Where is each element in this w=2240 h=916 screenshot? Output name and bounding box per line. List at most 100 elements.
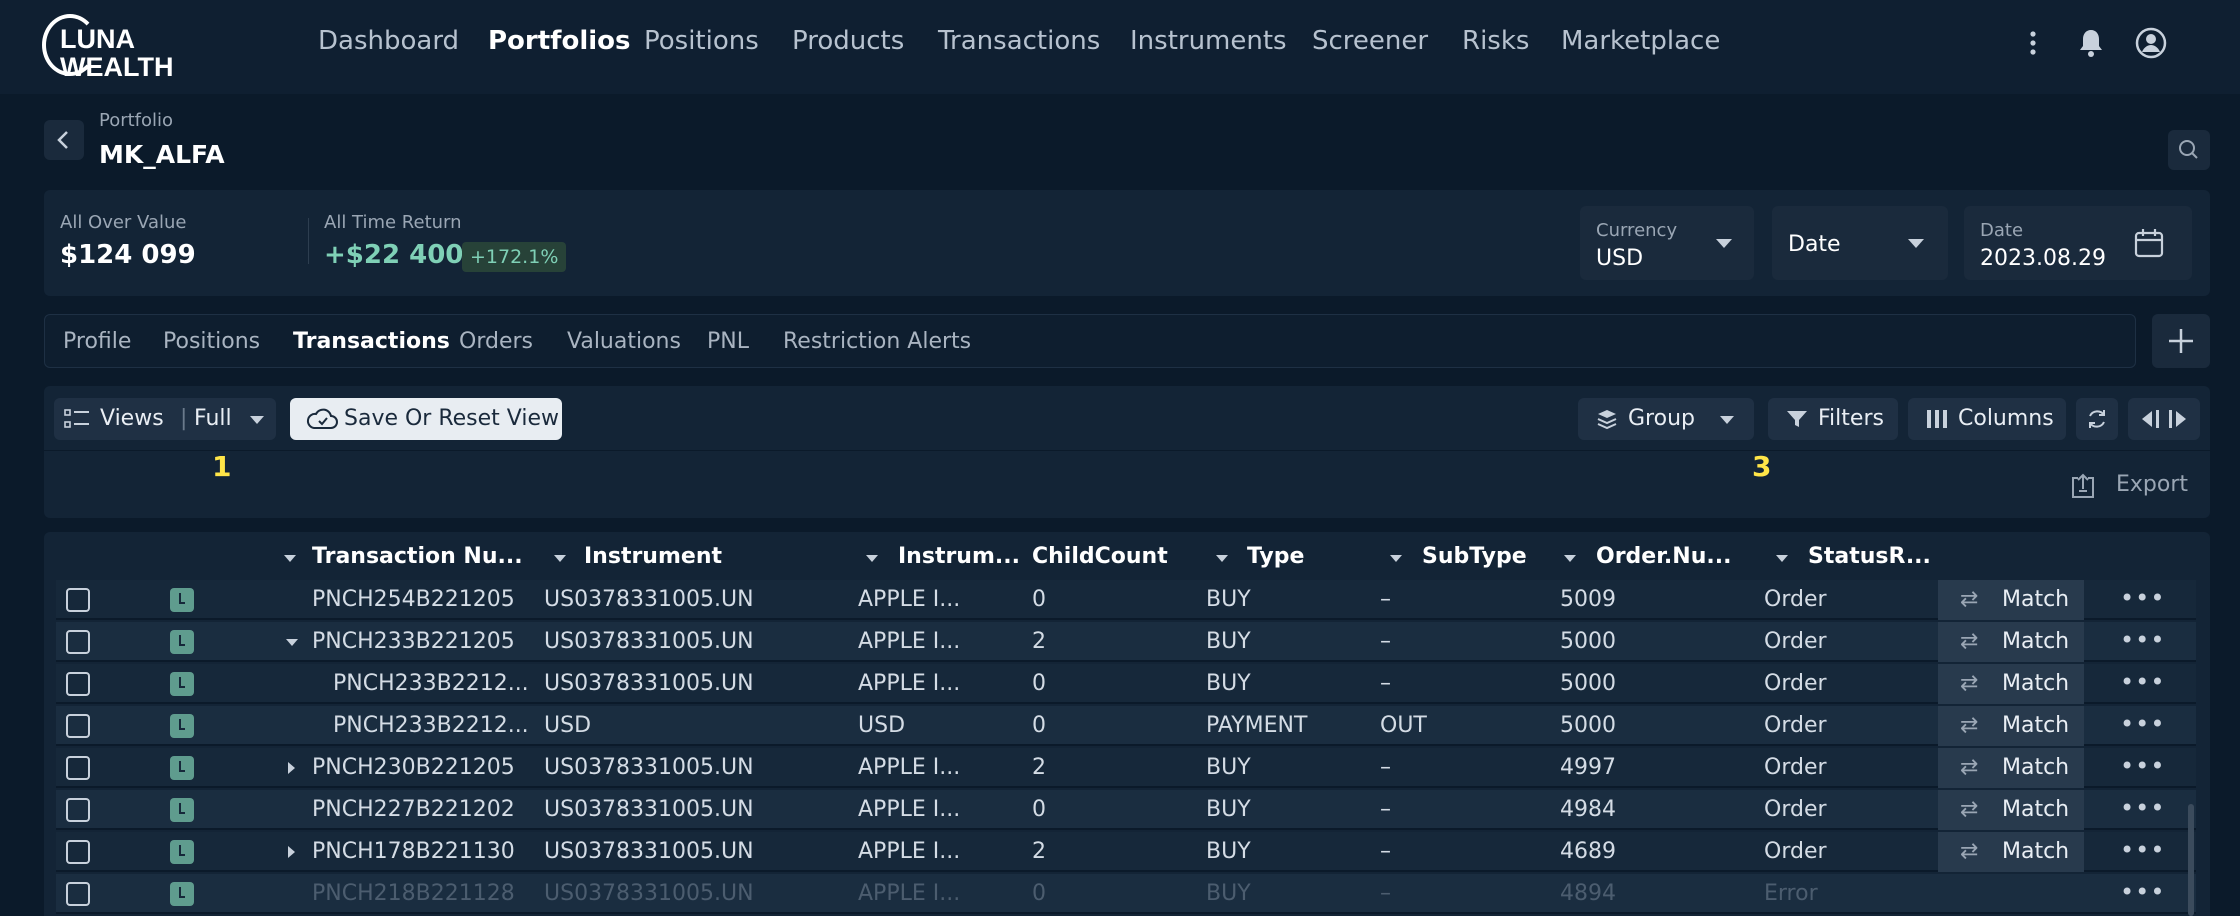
- table-row[interactable]: PNCH254B221205 US0378331005.UN APPLE I... 0…: [56, 580, 2196, 620]
- match-button[interactable]: ⇄ Match: [1938, 832, 2084, 872]
- match-button[interactable]: ⇄ Match: [1938, 790, 2084, 830]
- table-row[interactable]: PNCH230B221205 US0378331005.UN APPLE I... 2…: [56, 748, 2196, 788]
- match-label: Match: [2002, 671, 2070, 696]
- columns-button[interactable]: Columns: [1908, 398, 2066, 440]
- cell-instrument: US0378331005.UN: [544, 839, 754, 864]
- cell-type: BUY: [1206, 671, 1251, 696]
- column-header-transaction-number[interactable]: Transaction Nu...: [312, 544, 523, 569]
- cell-child-count: 0: [1032, 671, 1046, 696]
- column-menu-icon[interactable]: [1216, 555, 1228, 562]
- chevron-down-icon: [1716, 239, 1732, 248]
- collapse-row-icon[interactable]: [286, 639, 298, 646]
- tab-profile[interactable]: Profile: [63, 329, 131, 354]
- cell-order-number: 5000: [1560, 629, 1616, 654]
- nav-item-portfolios[interactable]: Portfolios: [488, 26, 631, 56]
- tab-restriction-alerts[interactable]: Restriction Alerts: [783, 329, 971, 354]
- match-button[interactable]: ⇄ Match: [1938, 580, 2084, 620]
- column-menu-icon[interactable]: [1776, 555, 1788, 562]
- row-checkbox[interactable]: [66, 840, 90, 864]
- row-actions-icon[interactable]: •••: [2120, 626, 2165, 654]
- column-menu-icon[interactable]: [1390, 555, 1402, 562]
- row-checkbox[interactable]: [66, 882, 90, 906]
- cell-order-number: 4984: [1560, 797, 1616, 822]
- column-header-order-number[interactable]: Order.Nu...: [1596, 544, 1731, 569]
- bell-icon[interactable]: [2074, 26, 2108, 60]
- columns-icon: [1927, 410, 1947, 428]
- tab-orders[interactable]: Orders: [459, 329, 533, 354]
- date-mode-select[interactable]: Date: [1772, 206, 1948, 280]
- row-actions-icon[interactable]: •••: [2120, 878, 2165, 906]
- swap-arrows-icon: ⇄: [1960, 587, 1979, 612]
- column-header-child-count[interactable]: ChildCount: [1032, 544, 1168, 569]
- cell-type: BUY: [1206, 881, 1251, 906]
- refresh-button[interactable]: [2076, 398, 2118, 440]
- tab-positions[interactable]: Positions: [163, 329, 260, 354]
- row-actions-icon[interactable]: •••: [2120, 836, 2165, 864]
- nav-item-risks[interactable]: Risks: [1462, 26, 1529, 56]
- column-menu-icon[interactable]: [1564, 555, 1576, 562]
- expand-row-icon[interactable]: [288, 762, 295, 774]
- top-navbar: LUNA WEALTH Dashboard Portfolios Positio…: [0, 0, 2240, 94]
- views-dropdown[interactable]: Views | Full: [54, 398, 276, 440]
- column-header-type[interactable]: Type: [1247, 544, 1304, 569]
- user-avatar-icon[interactable]: [2134, 26, 2168, 60]
- match-button[interactable]: ⇄ Match: [1938, 664, 2084, 704]
- back-button[interactable]: [44, 120, 84, 160]
- table-row[interactable]: PNCH233B221205 US0378331005.UN APPLE I... 2…: [56, 622, 2196, 662]
- nav-item-dashboard[interactable]: Dashboard: [318, 26, 459, 56]
- breadcrumb[interactable]: Portfolio: [99, 110, 173, 131]
- row-checkbox[interactable]: [66, 714, 90, 738]
- save-reset-view-button[interactable]: Save Or Reset View: [290, 398, 562, 440]
- column-header-status-reason[interactable]: StatusR...: [1808, 544, 1931, 569]
- currency-select[interactable]: Currency USD: [1580, 206, 1754, 280]
- date-picker[interactable]: Date 2023.08.29: [1964, 206, 2192, 280]
- summary-divider: [308, 218, 309, 264]
- nav-item-positions[interactable]: Positions: [644, 26, 759, 56]
- nav-item-screener[interactable]: Screener: [1312, 26, 1428, 56]
- expand-row-icon[interactable]: [288, 846, 295, 858]
- filters-button[interactable]: Filters: [1768, 398, 1898, 440]
- cell-child-count: 2: [1032, 755, 1046, 780]
- match-button[interactable]: ⇄ Match: [1938, 622, 2084, 662]
- table-row[interactable]: PNCH233B2212... USD USD 0 PAYMENT OUT 5000 Orde…: [56, 706, 2196, 746]
- clock-icon: [170, 840, 194, 864]
- row-actions-icon[interactable]: •••: [2120, 584, 2165, 612]
- panel-toggle-button[interactable]: [2128, 398, 2200, 440]
- column-menu-icon[interactable]: [866, 555, 878, 562]
- nav-item-marketplace[interactable]: Marketplace: [1561, 26, 1720, 56]
- row-checkbox[interactable]: [66, 588, 90, 612]
- match-button[interactable]: ⇄ Match: [1938, 748, 2084, 788]
- nav-item-products[interactable]: Products: [792, 26, 904, 56]
- search-button[interactable]: [2168, 130, 2210, 170]
- tab-valuations[interactable]: Valuations: [567, 329, 681, 354]
- row-checkbox[interactable]: [66, 630, 90, 654]
- luna-wealth-logo[interactable]: LUNA WEALTH: [42, 12, 182, 82]
- row-actions-icon[interactable]: •••: [2120, 710, 2165, 738]
- row-checkbox[interactable]: [66, 798, 90, 822]
- calendar-icon[interactable]: [2132, 226, 2166, 260]
- vertical-scrollbar[interactable]: [2188, 804, 2194, 916]
- match-button[interactable]: ⇄ Match: [1938, 706, 2084, 746]
- tab-pnl[interactable]: PNL: [707, 329, 749, 354]
- more-vertical-icon[interactable]: [2016, 26, 2050, 60]
- column-header-instrument-name[interactable]: Instrum...: [898, 544, 1020, 569]
- nav-item-instruments[interactable]: Instruments: [1130, 26, 1287, 56]
- table-row[interactable]: PNCH178B221130 US0378331005.UN APPLE I... 2…: [56, 832, 2196, 872]
- table-row[interactable]: PNCH227B221202 US0378331005.UN APPLE I... 0…: [56, 790, 2196, 830]
- row-actions-icon[interactable]: •••: [2120, 752, 2165, 780]
- column-header-instrument[interactable]: Instrument: [584, 544, 722, 569]
- tab-transactions[interactable]: Transactions: [293, 329, 450, 354]
- row-actions-icon[interactable]: •••: [2120, 794, 2165, 822]
- row-checkbox[interactable]: [66, 756, 90, 780]
- table-row[interactable]: PNCH233B2212... US0378331005.UN APPLE I...…: [56, 664, 2196, 704]
- nav-item-transactions[interactable]: Transactions: [938, 26, 1100, 56]
- column-header-subtype[interactable]: SubType: [1422, 544, 1527, 569]
- column-menu-icon[interactable]: [284, 555, 296, 562]
- group-dropdown[interactable]: Group: [1578, 398, 1754, 440]
- add-tab-button[interactable]: [2152, 314, 2210, 368]
- table-row[interactable]: PNCH218B221128 US0378331005.UN APPLE I... 0…: [56, 874, 2196, 914]
- row-actions-icon[interactable]: •••: [2120, 668, 2165, 696]
- export-button[interactable]: Export: [2068, 470, 2208, 504]
- column-menu-icon[interactable]: [554, 555, 566, 562]
- row-checkbox[interactable]: [66, 672, 90, 696]
